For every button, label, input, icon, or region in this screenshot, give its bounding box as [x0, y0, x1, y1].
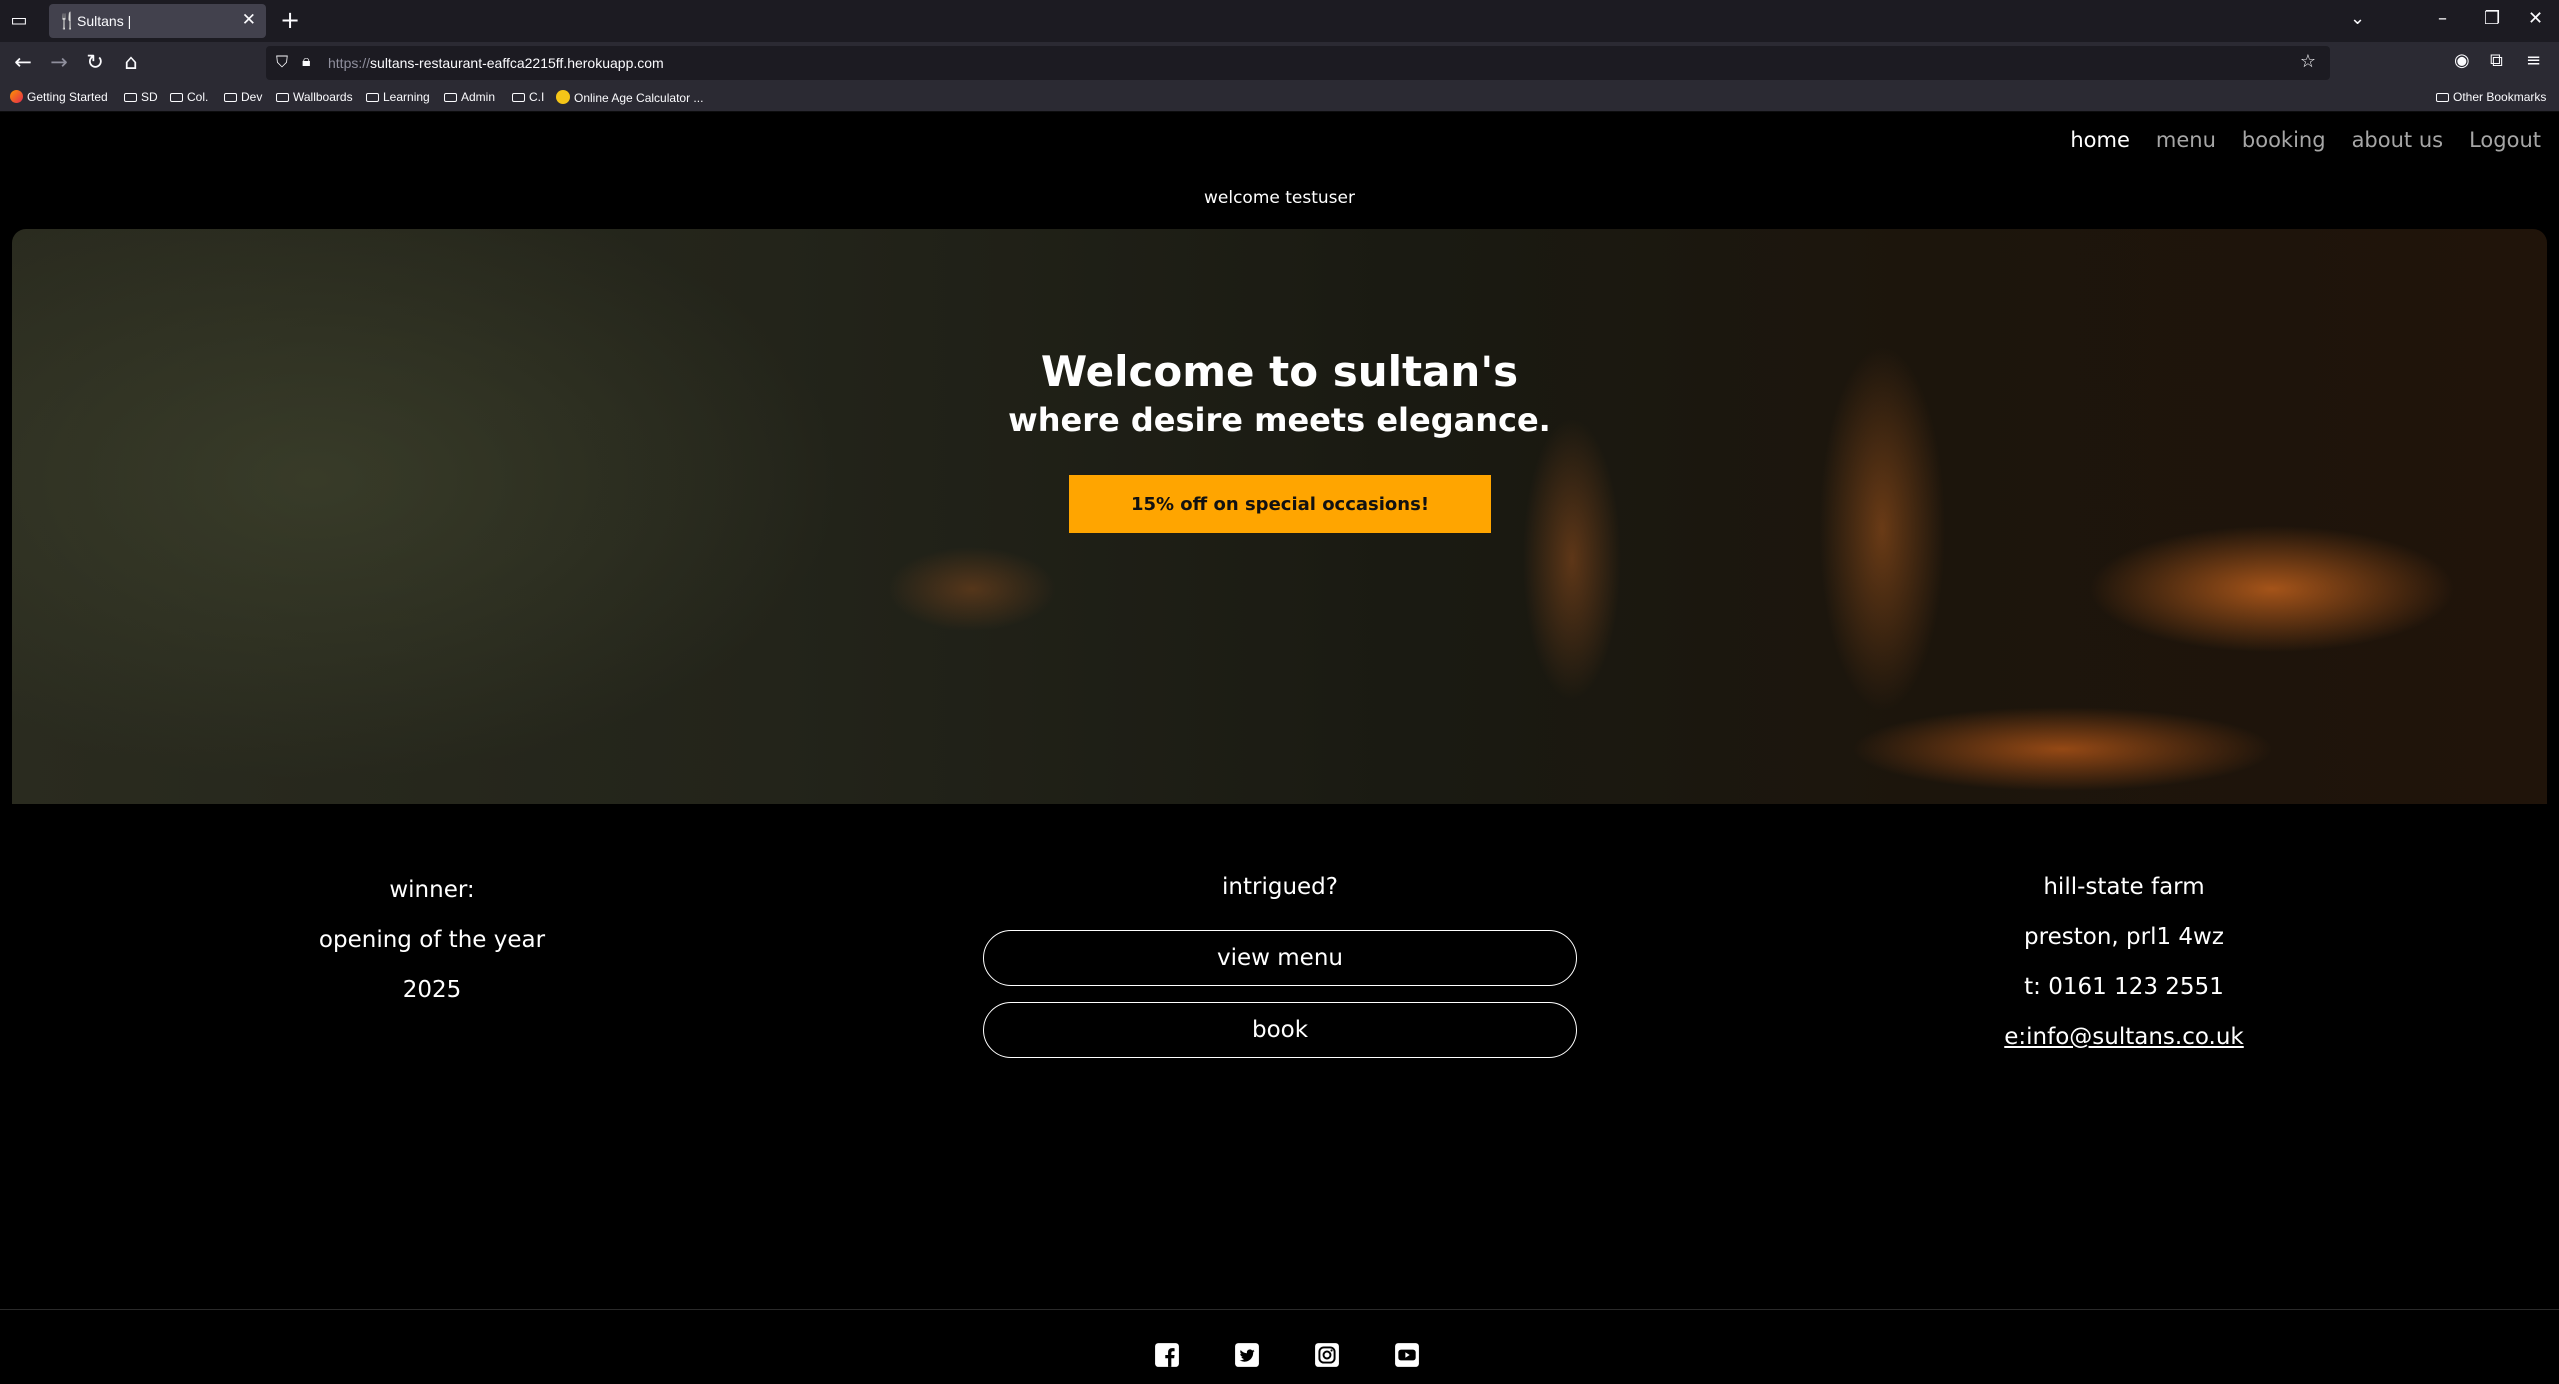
other-bookmarks[interactable]: Other Bookmarks [2436, 90, 2546, 104]
bookmark-label: Online Age Calculator ... [574, 91, 704, 105]
promo-button[interactable]: 15% off on special occasions! [1069, 475, 1491, 533]
window-close-icon[interactable]: ✕ [2528, 8, 2543, 29]
folder-icon [444, 93, 457, 102]
browser-toolbar: ← → ↻ ⌂ ⛉ 🔒︎ https://sultans-restaurant-… [0, 42, 2559, 84]
forward-icon[interactable]: → [46, 50, 72, 74]
bookmark-ci[interactable]: C.I [512, 90, 544, 104]
minimize-icon[interactable]: – [2438, 8, 2447, 29]
bookmark-label: Dev [241, 90, 263, 104]
fork-knife-icon: 🍴 [57, 11, 77, 30]
bookmark-online-age-calculator[interactable]: Online Age Calculator ... [556, 90, 703, 105]
address-bar[interactable]: ⛉ 🔒︎ https://sultans-restaurant-eaffca22… [266, 46, 2330, 80]
bookmark-col[interactable]: Col. [170, 90, 208, 104]
close-tab-icon[interactable]: ✕ [242, 10, 256, 30]
welcome-user-message: welcome testuser [1204, 188, 1355, 208]
site-nav: home menu booking about us Logout [2070, 128, 2541, 152]
reload-icon[interactable]: ↻ [82, 50, 108, 74]
bookmark-label: Learning [383, 90, 430, 104]
url-scheme: https:// [328, 55, 371, 71]
account-icon[interactable]: ◉ [2454, 50, 2470, 71]
facebook-icon[interactable] [1154, 1342, 1180, 1368]
tab-overview-icon[interactable]: ▭ [8, 10, 30, 32]
page-content: home menu booking about us Logout welcom… [0, 112, 2559, 1384]
nav-home[interactable]: home [2070, 128, 2130, 152]
bookmarks-bar: Getting Started SD Col. Dev Wallboards L… [0, 84, 2559, 112]
bookmark-dev[interactable]: Dev [224, 90, 262, 104]
bookmark-label: Col. [187, 90, 209, 104]
folder-icon [366, 93, 379, 102]
browser-tab-strip: ▭ 🍴 Sultans | ✕ + ⌄ – ❐ ✕ [0, 0, 2559, 42]
shield-icon[interactable]: ⛉ [276, 52, 288, 72]
book-button[interactable]: book [983, 1002, 1577, 1058]
instagram-icon[interactable] [1314, 1342, 1340, 1368]
new-tab-icon[interactable]: + [280, 6, 300, 34]
lock-icon[interactable]: 🔒︎ [302, 51, 311, 71]
youtube-icon[interactable] [1394, 1342, 1420, 1368]
hero-banner: Welcome to sultan's where desire meets e… [12, 229, 2547, 804]
award-line: opening of the year [318, 927, 546, 953]
nav-menu[interactable]: menu [2156, 128, 2216, 152]
url-text[interactable]: https://sultans-restaurant-eaffca2215ff.… [328, 55, 664, 71]
view-menu-button[interactable]: view menu [983, 930, 1577, 986]
nav-booking[interactable]: booking [2242, 128, 2326, 152]
bookmark-learning[interactable]: Learning [366, 90, 430, 104]
back-icon[interactable]: ← [10, 50, 36, 74]
folder-icon [2436, 93, 2449, 102]
bookmark-label: Wallboards [293, 90, 353, 104]
bookmark-label: C.I [529, 90, 545, 104]
folder-icon [124, 93, 137, 102]
footer-divider [0, 1309, 2559, 1310]
url-host: sultans-restaurant-eaffca2215ff.herokuap… [370, 55, 664, 71]
bookmark-admin[interactable]: Admin [444, 90, 495, 104]
home-icon[interactable]: ⌂ [118, 50, 144, 74]
award-line: winner: [389, 877, 475, 903]
cta-block: intrigued? view menu book [983, 872, 1577, 1074]
bookmark-star-icon[interactable]: ☆ [2300, 51, 2316, 72]
bookmark-label: SD [141, 90, 158, 104]
folder-icon [170, 93, 183, 102]
bookmark-label: Getting Started [27, 90, 108, 104]
contact-block: hill-state farm preston, prl1 4wz t: 016… [1924, 872, 2324, 1072]
nav-about-us[interactable]: about us [2352, 128, 2444, 152]
hamburger-menu-icon[interactable]: ≡ [2526, 50, 2541, 71]
hero-subtitle: where desire meets elegance. [1008, 401, 1551, 439]
award-block: winner: opening of the year 2025 [232, 875, 632, 1025]
email-link[interactable]: e:info@sultans.co.uk [2004, 1024, 2244, 1050]
twitter-icon[interactable] [1234, 1342, 1260, 1368]
bookmark-sd[interactable]: SD [124, 90, 158, 104]
hero-title: Welcome to sultan's [1040, 347, 1519, 396]
bookmark-getting-started[interactable]: Getting Started [10, 90, 108, 104]
folder-icon [512, 93, 525, 102]
nav-logout[interactable]: Logout [2469, 128, 2541, 152]
folder-icon [224, 93, 237, 102]
address-line: hill-state farm [2043, 874, 2205, 900]
bookmark-wallboards[interactable]: Wallboards [276, 90, 353, 104]
cta-heading: intrigued? [1222, 874, 1338, 900]
phone-number: t: 0161 123 2551 [2024, 974, 2224, 1000]
bookmark-label: Admin [461, 90, 496, 104]
folder-icon [276, 93, 289, 102]
tab-title: Sultans | [77, 13, 132, 29]
address-line: preston, prl1 4wz [2024, 924, 2224, 950]
extensions-icon[interactable]: ⧉ [2490, 50, 2503, 71]
calculator-icon [556, 90, 570, 104]
other-bookmarks-label: Other Bookmarks [2453, 90, 2547, 104]
browser-tab[interactable]: 🍴 Sultans | ✕ [49, 4, 266, 38]
list-tabs-icon[interactable]: ⌄ [2350, 8, 2365, 29]
restore-icon[interactable]: ❐ [2484, 8, 2500, 29]
firefox-icon [10, 90, 23, 103]
award-year: 2025 [402, 977, 462, 1003]
